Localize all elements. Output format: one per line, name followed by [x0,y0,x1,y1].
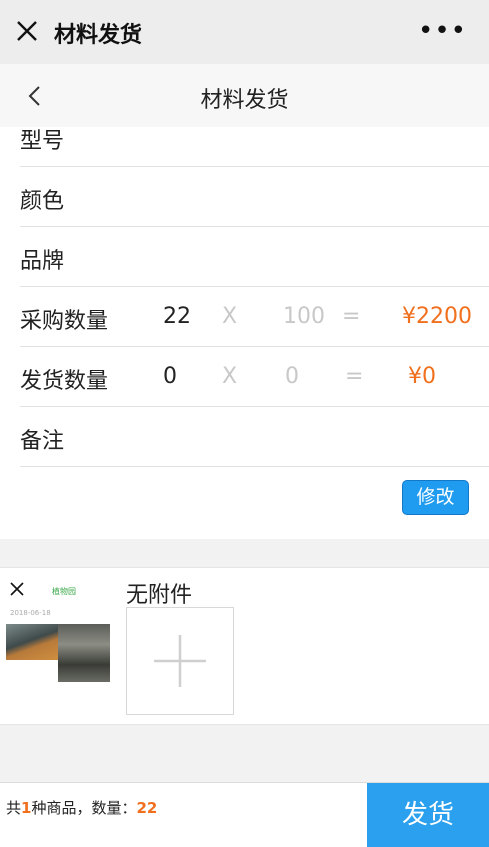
ship-unit-price: 0 [285,364,299,389]
form-row-model: 型号 [20,127,489,167]
thumbnail-photo [58,624,110,682]
form-row-brand: 品牌 [20,227,489,287]
remark-label: 备注 [20,429,65,454]
color-label: 颜色 [20,189,65,214]
form-row-purchase-qty: 采购数量 22 X 100 = ¥2200 [20,287,489,347]
no-attachment-label: 无附件 [126,583,193,608]
edit-button[interactable]: 修改 [402,480,469,515]
form-row-remark: 备注 [20,407,489,467]
ship-qty-value[interactable]: 0 [163,364,177,389]
attachment-thumbnail[interactable]: 植物园 2018-06-18 [6,576,110,689]
form-row-ship-qty: 发货数量 0 X 0 = ¥0 [20,347,489,407]
attachments-section: 植物园 2018-06-18 无附件 [0,567,489,725]
ship-button[interactable]: 发货 [367,783,489,847]
page-title: 材料发货 [200,88,289,113]
close-icon[interactable] [14,18,40,44]
bottom-bar: 共1种商品，数量：22 发货 [0,782,489,847]
purchase-qty-value: 22 [163,304,191,329]
form-row-color: 颜色 [20,167,489,227]
equals-sign: = [345,364,364,389]
order-summary: 共1种商品，数量：22 [6,797,157,818]
remove-attachment-icon[interactable] [8,580,26,598]
multiply-sign: X [222,364,238,389]
nav-bar: 材料发货 [0,64,489,127]
multiply-sign: X [222,304,238,329]
thumbnail-title: 植物园 [52,587,76,596]
summary-middle: 种商品，数量： [31,799,137,817]
item-kind-count: 1 [21,799,32,817]
purchase-total: ¥2200 [402,304,472,329]
brand-label: 品牌 [20,249,65,274]
plus-icon [154,635,206,687]
purchase-qty-label: 采购数量 [20,309,109,334]
total-quantity: 22 [136,799,158,817]
add-attachment-button[interactable] [126,607,234,715]
top-bar: 材料发货 ••• [0,0,489,64]
ship-qty-label: 发货数量 [20,369,109,394]
summary-prefix: 共 [6,799,22,817]
more-menu-icon[interactable]: ••• [418,18,467,44]
purchase-unit-price: 100 [283,304,325,329]
ship-total: ¥0 [408,364,436,389]
material-form: 型号 颜色 品牌 采购数量 22 X 100 = ¥2200 发货数量 0 X … [0,127,489,539]
equals-sign: = [342,304,361,329]
thumbnail-photo [6,624,62,660]
model-label: 型号 [20,129,65,154]
window-title: 材料发货 [54,23,143,48]
thumbnail-date: 2018-06-18 [10,609,51,617]
